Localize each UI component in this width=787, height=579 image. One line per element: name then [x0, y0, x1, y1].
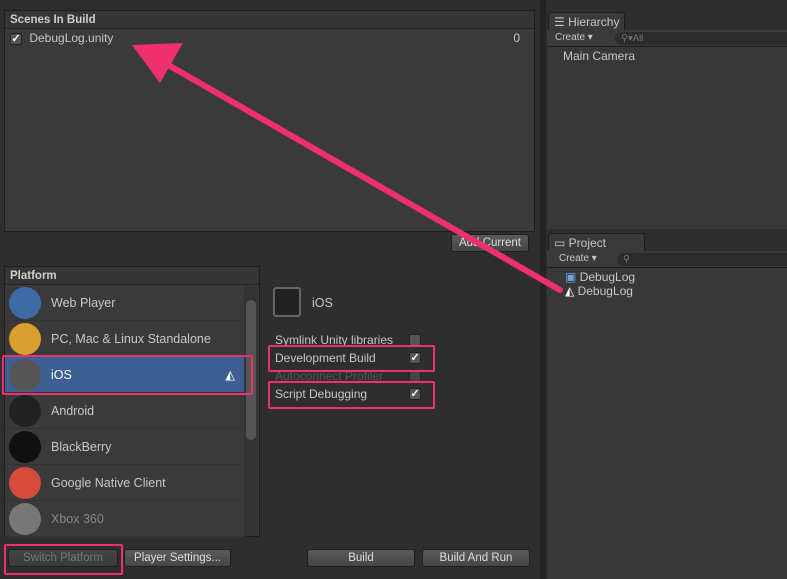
folder-icon: ▭ [554, 236, 569, 250]
hierarchy-tab-label: Hierarchy [568, 15, 620, 29]
annotation-arrow [132, 43, 563, 293]
project-tab[interactable]: ▭ Project [548, 233, 645, 251]
hierarchy-list-icon: ☰ [554, 15, 569, 29]
hierarchy-tab[interactable]: ☰ Hierarchy [548, 12, 626, 30]
project-tab-label: Project [568, 236, 607, 250]
